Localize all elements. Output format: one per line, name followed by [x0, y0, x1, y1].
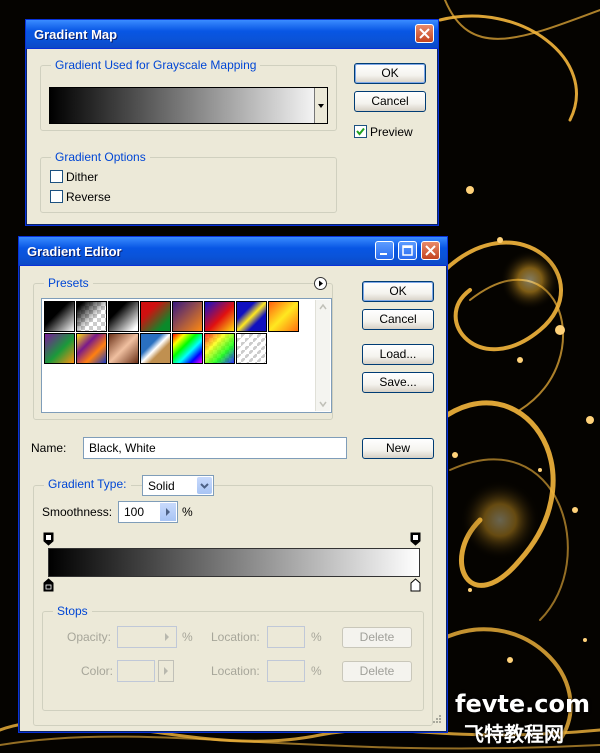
preset-foreground-transparent[interactable] [76, 301, 107, 332]
preset-blue-red-yellow[interactable] [204, 301, 235, 332]
preset-black-white[interactable] [108, 301, 139, 332]
gradient-type-label: Gradient Type: [44, 477, 131, 491]
scroll-up-icon[interactable] [316, 300, 330, 314]
preview-label: Preview [370, 125, 413, 139]
opacity-field[interactable] [117, 626, 177, 648]
load-button[interactable]: Load... [362, 344, 434, 365]
gradient-editor-title: Gradient Editor [27, 244, 122, 259]
preset-orange-yellow-orange[interactable] [268, 301, 299, 332]
gradient-type-select[interactable]: Solid [142, 475, 214, 496]
gradient-map-title: Gradient Map [34, 27, 118, 42]
color-stop-right[interactable] [410, 578, 421, 595]
gradient-map-ok-button[interactable]: OK [354, 63, 426, 84]
close-icon[interactable] [421, 241, 440, 260]
color-arrow-icon[interactable] [158, 660, 174, 682]
editor-cancel-button[interactable]: Cancel [362, 309, 434, 330]
stops-group: Stops Opacity: % Location: % Delete Colo… [42, 604, 424, 711]
smoothness-field[interactable]: 100 [118, 501, 178, 523]
opacity-delete-button[interactable]: Delete [342, 627, 412, 648]
reverse-checkbox[interactable] [50, 190, 63, 203]
smoothness-label: Smoothness: [42, 505, 113, 519]
color-stop-left[interactable] [43, 578, 54, 595]
gradient-dropdown-arrow[interactable] [314, 88, 327, 123]
color-delete-button[interactable]: Delete [342, 661, 412, 682]
editor-ok-button[interactable]: OK [362, 281, 434, 302]
checkmark-icon [356, 127, 365, 136]
opacity-label: Opacity: [67, 630, 112, 644]
smoothness-arrow-icon[interactable] [160, 503, 176, 521]
resize-grip-icon[interactable] [430, 712, 442, 727]
close-icon[interactable] [415, 24, 434, 43]
presets-scrollbar[interactable] [315, 300, 330, 411]
reverse-label: Reverse [66, 190, 111, 204]
gradient-editor-dialog: Gradient Editor Presets OK Cancel Load..… [18, 236, 448, 733]
opacity-percent: % [182, 630, 193, 644]
maximize-icon[interactable] [398, 241, 417, 260]
scroll-down-icon[interactable] [316, 397, 330, 411]
preset-yellow-violet-orange-blue[interactable] [76, 333, 107, 364]
presets-group: Presets [33, 276, 333, 420]
new-button[interactable]: New [362, 438, 434, 459]
color-label: Color: [81, 664, 114, 678]
smoothness-value: 100 [124, 505, 145, 519]
color-swatch[interactable] [117, 660, 155, 682]
gradient-type-group: Gradient Type: Solid Smoothness: 100 % S… [33, 475, 433, 726]
gradient-editor-titlebar[interactable]: Gradient Editor [19, 237, 447, 266]
gradient-map-dialog: Gradient Map Gradient Used for Grayscale… [25, 19, 439, 226]
gradient-bar[interactable] [48, 548, 420, 577]
chevron-down-icon [318, 104, 324, 108]
name-label: Name: [31, 441, 67, 455]
smoothness-percent: % [182, 505, 193, 519]
preset-red-green[interactable] [140, 301, 171, 332]
minimize-icon[interactable] [375, 241, 394, 260]
preset-violet-green-orange[interactable] [44, 333, 75, 364]
chevron-down-icon[interactable] [197, 477, 212, 494]
gradient-options-group: Gradient Options Dither Reverse [40, 150, 337, 213]
preset-copper[interactable] [108, 333, 139, 364]
preset-transparent-stripes[interactable] [236, 333, 267, 364]
preset-chrome[interactable] [140, 333, 171, 364]
presets-label: Presets [44, 276, 93, 290]
gradient-type-value: Solid [148, 479, 175, 493]
preset-violet-orange[interactable] [172, 301, 203, 332]
gradient-map-cancel-button[interactable]: Cancel [354, 91, 426, 112]
opacity-location-percent: % [311, 630, 322, 644]
preset-transparent-rainbow[interactable] [204, 333, 235, 364]
gradient-map-titlebar[interactable]: Gradient Map [26, 20, 438, 49]
opacity-stop-left[interactable] [43, 532, 54, 549]
menu-arrow-icon[interactable] [314, 277, 327, 290]
dither-checkbox[interactable] [50, 170, 63, 183]
preset-blue-yellow-blue[interactable] [236, 301, 267, 332]
gradient-preview-bar[interactable] [49, 87, 328, 124]
opacity-arrow-icon[interactable] [159, 628, 175, 646]
preset-foreground-background[interactable] [44, 301, 75, 332]
dither-label: Dither [66, 170, 99, 184]
save-button[interactable]: Save... [362, 372, 434, 393]
gradient-used-label: Gradient Used for Grayscale Mapping [51, 58, 261, 72]
color-location-label: Location: [211, 664, 260, 678]
opacity-location-field[interactable] [267, 626, 305, 648]
watermark-cn: 飞特教程网 [464, 722, 564, 746]
name-field[interactable]: Black, White [83, 437, 347, 459]
stops-label: Stops [53, 604, 92, 618]
gradient-used-group: Gradient Used for Grayscale Mapping [40, 58, 337, 131]
gradient-options-label: Gradient Options [51, 150, 150, 164]
color-location-percent: % [311, 664, 322, 678]
presets-swatch-area [41, 298, 332, 413]
opacity-location-label: Location: [211, 630, 260, 644]
preset-spectrum[interactable] [172, 333, 203, 364]
watermark-site: fevte.com [455, 690, 590, 718]
color-location-field[interactable] [267, 660, 305, 682]
preview-checkbox[interactable] [354, 125, 367, 138]
opacity-stop-right[interactable] [410, 532, 421, 549]
